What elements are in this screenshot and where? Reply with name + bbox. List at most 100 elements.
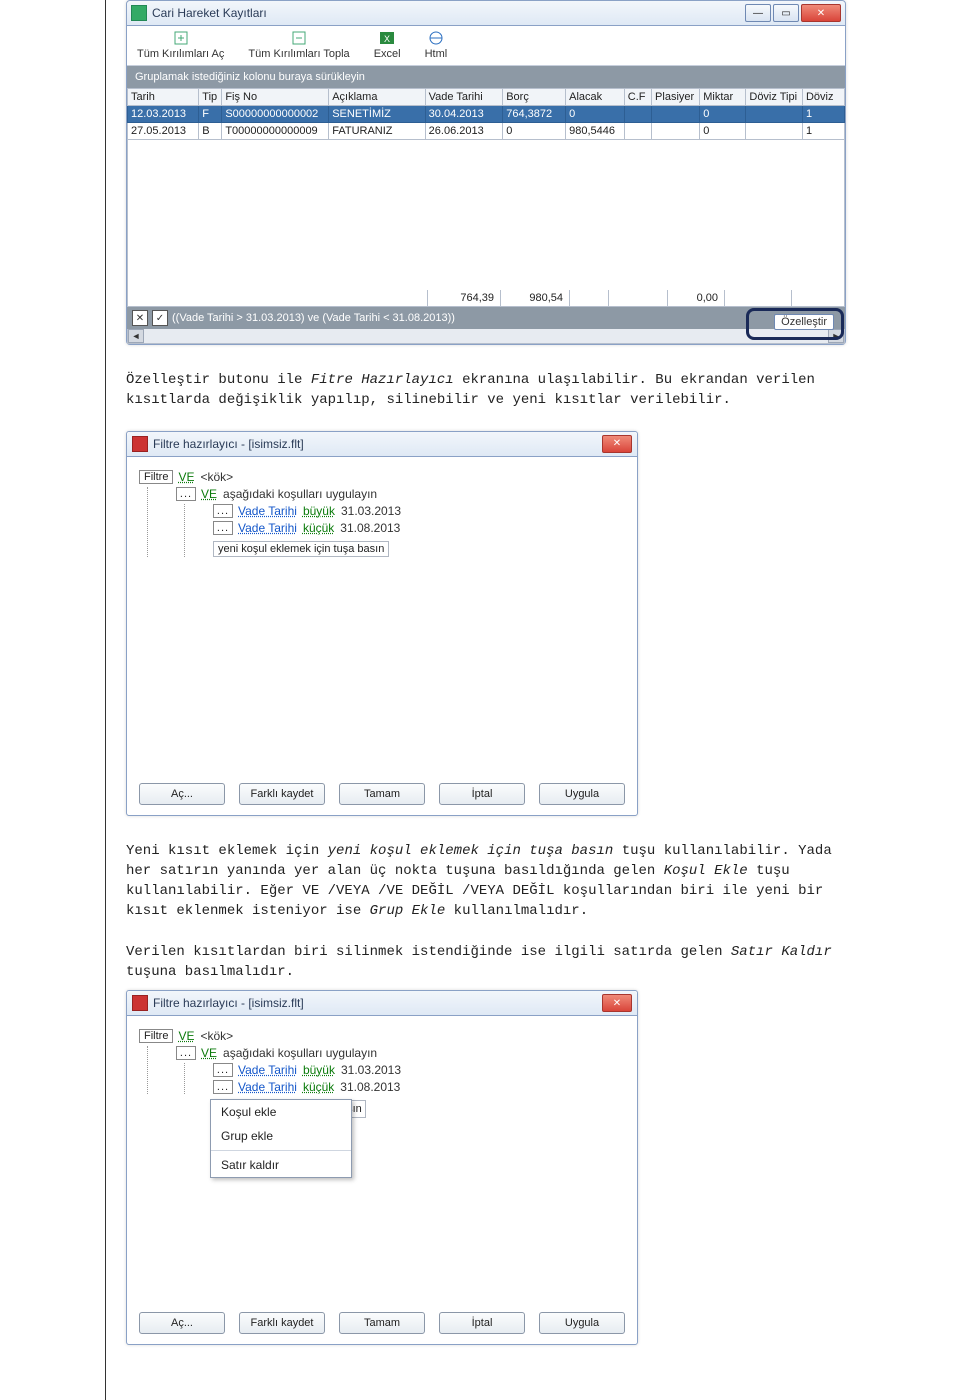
scroll-right-icon[interactable]: ► [828,329,844,343]
filter-root-button[interactable]: Filtre [139,470,173,484]
menu-item-remove-row[interactable]: Satır kaldır [211,1153,351,1177]
window-title: Filtre hazırlayıcı - [isimsiz.flt] [153,996,602,1010]
operator-link[interactable]: büyük [303,504,335,518]
customize-button[interactable]: Özelleştir [774,314,834,330]
operator-link[interactable]: VE [201,1046,217,1060]
col-header[interactable]: Vade Tarihi [425,89,503,106]
row-menu-button[interactable]: ... [176,1046,196,1060]
summary-row: 764,39 980,54 0,00 [127,290,845,307]
col-header[interactable]: Plasiyer [652,89,700,106]
operator-link[interactable]: büyük [303,1063,335,1077]
grid: Tarih Tip Fiş No Açıklama Vade Tarihi Bo… [127,88,845,140]
col-header[interactable]: Açıklama [329,89,425,106]
menu-item-add-condition[interactable]: Koşul ekle [211,1100,351,1124]
row-menu-button[interactable]: ... [213,504,233,518]
apply-button[interactable]: Uygula [539,783,625,805]
window-title: Cari Hareket Kayıtları [152,6,745,20]
svg-text:X: X [384,34,390,44]
add-condition-hint[interactable]: yeni koşul eklemek için tuşa basın [213,541,389,557]
toolbar-expand-all[interactable]: Tüm Kırılımları Aç [137,30,224,60]
table-row[interactable]: 27.05.2013 B T00000000000009 FATURANIZ 2… [128,123,845,140]
sum-alacak: 980,54 [500,290,569,306]
root-tail: <kök> [200,1029,233,1043]
value-text[interactable]: 31.08.2013 [340,1080,400,1094]
col-header[interactable]: Fiş No [222,89,329,106]
operator-link[interactable]: küçük [303,521,334,535]
toolbar-html[interactable]: Html [425,30,448,60]
sum-borc: 764,39 [427,290,500,306]
col-header[interactable]: Alacak [566,89,625,106]
value-text[interactable]: 31.03.2013 [341,504,401,518]
app-icon [131,5,147,21]
col-header[interactable]: Miktar [700,89,746,106]
save-as-button[interactable]: Farklı kaydet [239,783,325,805]
value-text[interactable]: 31.08.2013 [340,521,400,535]
ok-button[interactable]: Tamam [339,783,425,805]
operator-link[interactable]: küçük [303,1080,334,1094]
toolbar-label: Tüm Kırılımları Topla [248,48,349,60]
titlebar: Filtre hazırlayıcı - [isimsiz.flt] ✕ [127,432,637,457]
row-menu-button[interactable]: ... [213,1080,233,1094]
minimize-button[interactable]: — [745,4,771,22]
filter-expression: ((Vade Tarihi > 31.03.2013) ve (Vade Tar… [172,312,455,324]
col-header[interactable]: Döviz [802,89,844,106]
close-button[interactable]: ✕ [602,435,632,453]
operator-link[interactable]: VE [178,1029,194,1043]
value-text[interactable]: 31.03.2013 [341,1063,401,1077]
toolbar-collapse-all[interactable]: Tüm Kırılımları Topla [248,30,349,60]
html-icon [428,30,444,46]
cancel-button[interactable]: İptal [439,1312,525,1334]
row-menu-button[interactable]: ... [213,521,233,535]
menu-separator [211,1150,351,1151]
grid-empty-area [127,140,845,290]
field-link[interactable]: Vade Tarihi [238,504,297,518]
operator-link[interactable]: VE [201,487,217,501]
table-row[interactable]: 12.03.2013 F S00000000000002 SENETİMİZ 3… [128,106,845,123]
sub-text: aşağıdaki koşulları uygulayın [223,487,377,501]
col-header[interactable]: C.F [624,89,651,106]
open-button[interactable]: Aç... [139,1312,225,1334]
context-menu: Koşul ekle Grup ekle Satır kaldır [210,1099,352,1178]
expand-icon [173,30,189,46]
row-menu-button[interactable]: ... [176,487,196,501]
clear-filter-button[interactable]: ✕ [132,310,148,326]
col-header[interactable]: Tarih [128,89,199,106]
row-menu-button[interactable]: ... [213,1063,233,1077]
apply-button[interactable]: Uygula [539,1312,625,1334]
collapse-icon [291,30,307,46]
filter-tree: Filtre VE <kök> ... VE aşağıdaki koşulla… [127,457,637,775]
save-as-button[interactable]: Farklı kaydet [239,1312,325,1334]
paragraph: Yeni kısıt eklemek için yeni koşul eklem… [126,841,846,922]
open-button[interactable]: Aç... [139,783,225,805]
filter-enabled-checkbox[interactable]: ✓ [152,310,168,326]
field-link[interactable]: Vade Tarihi [238,1063,297,1077]
filter-icon [132,436,148,452]
scroll-left-icon[interactable]: ◄ [128,329,144,343]
ok-button[interactable]: Tamam [339,1312,425,1334]
toolbar-label: Tüm Kırılımları Aç [137,48,224,60]
close-button[interactable]: ✕ [801,4,841,22]
main-window: Cari Hareket Kayıtları — ▭ ✕ Tüm Kırılım… [126,0,846,345]
toolbar: Tüm Kırılımları Aç Tüm Kırılımları Topla… [127,26,845,66]
group-by-bar[interactable]: Gruplamak istediğiniz kolonu buraya sürü… [127,66,845,88]
menu-item-add-group[interactable]: Grup ekle [211,1124,351,1148]
filter-root-button[interactable]: Filtre [139,1029,173,1043]
horizontal-scrollbar[interactable]: ◄ ► [127,329,845,344]
operator-link[interactable]: VE [178,470,194,484]
header-row: Tarih Tip Fiş No Açıklama Vade Tarihi Bo… [128,89,845,106]
field-link[interactable]: Vade Tarihi [238,521,297,535]
excel-icon: X [379,30,395,46]
maximize-button[interactable]: ▭ [773,4,799,22]
sum-miktar: 0,00 [667,290,724,306]
toolbar-excel[interactable]: X Excel [374,30,401,60]
filter-icon [132,995,148,1011]
col-header[interactable]: Tip [199,89,222,106]
cancel-button[interactable]: İptal [439,783,525,805]
field-link[interactable]: Vade Tarihi [238,1080,297,1094]
paragraph: Verilen kısıtlardan biri silinmek istend… [126,942,846,983]
window-title: Filtre hazırlayıcı - [isimsiz.flt] [153,437,602,451]
col-header[interactable]: Döviz Tipi [746,89,803,106]
close-button[interactable]: ✕ [602,994,632,1012]
col-header[interactable]: Borç [503,89,566,106]
filter-tree: Filtre VE <kök> ... VE aşağıdaki koşulla… [127,1016,637,1304]
